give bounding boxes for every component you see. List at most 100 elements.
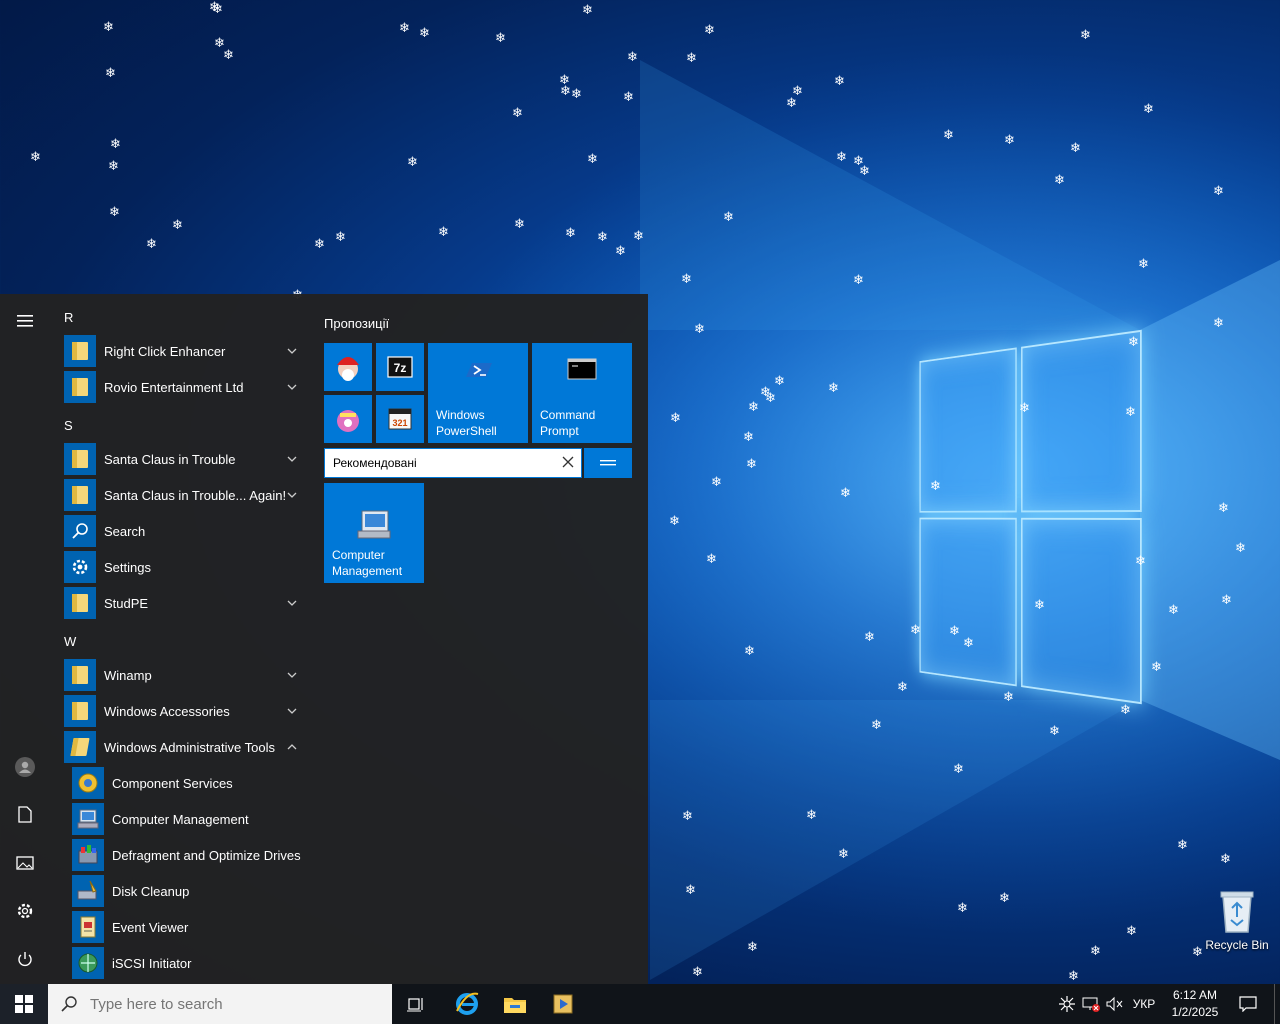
snowflake: ❄ [1126, 923, 1137, 938]
tray-clock[interactable]: 6:12 AM 1/2/2025 [1164, 987, 1226, 1021]
app-computer-management[interactable]: Computer Management [72, 802, 308, 836]
chevron-down-icon[interactable] [286, 669, 298, 681]
chevron-down-icon[interactable] [286, 597, 298, 609]
documents-button[interactable] [0, 794, 50, 838]
snowflake: ❄ [774, 373, 785, 388]
tile-group-name-field[interactable] [324, 448, 582, 478]
app-label: Search [104, 523, 146, 539]
app-rovio-entertainment[interactable]: Rovio Entertainment Ltd [64, 370, 304, 404]
tile-windows-powershell[interactable]: Windows PowerShell [428, 343, 528, 443]
user-account-button[interactable] [0, 746, 50, 790]
app-search[interactable]: Search [64, 514, 304, 548]
app-label: StudPE [104, 595, 149, 611]
tile-computer-management[interactable]: Computer Management [324, 483, 424, 583]
search-input[interactable] [88, 994, 382, 1014]
group-name-input[interactable] [331, 449, 555, 477]
tile-group-header[interactable]: Пропозиції [324, 316, 389, 331]
tile-media-player[interactable]: 321 [376, 395, 424, 443]
snowflake: ❄ [836, 149, 847, 164]
app-right-click-enhancer[interactable]: Right Click Enhancer [64, 334, 304, 368]
tile-santa-claus-again[interactable] [324, 395, 372, 443]
tile-label-line2: PowerShell [436, 424, 497, 438]
tile-santa-claus-in-trouble[interactable] [324, 343, 372, 391]
taskbar: УКР 6:12 AM 1/2/2025 [0, 984, 1280, 1024]
tile-7-zip[interactable]: 7z [376, 343, 424, 391]
app-iscsi-initiator[interactable]: iSCSI Initiator [72, 946, 308, 980]
app-windows-administrative-tools[interactable]: Windows Administrative Tools [64, 730, 304, 764]
tray-brightness[interactable] [1056, 984, 1078, 1024]
taskbar-internet-explorer[interactable] [443, 984, 491, 1024]
taskbar-search-box[interactable] [48, 984, 392, 1024]
letter-header-s[interactable]: S [64, 418, 73, 433]
snowflake: ❄ [1135, 553, 1146, 568]
folder-icon [64, 479, 96, 511]
app-santa-claus-again[interactable]: Santa Claus in Trouble... Again! [64, 478, 304, 512]
chevron-down-icon[interactable] [286, 489, 298, 501]
snowflake: ❄ [615, 243, 626, 258]
chevron-down-icon[interactable] [286, 381, 298, 393]
start-button[interactable] [0, 984, 48, 1024]
folder-icon [64, 695, 96, 727]
tray-volume[interactable] [1104, 984, 1126, 1024]
power-icon [16, 950, 34, 971]
snowflake: ❄ [1004, 132, 1015, 147]
snowflake: ❄ [963, 635, 974, 650]
clock-time: 6:12 AM [1172, 988, 1218, 1002]
snowflake: ❄ [838, 846, 849, 861]
snowflake: ❄ [212, 1, 223, 16]
app-defragment-drives[interactable]: Defragment and Optimize Drives [72, 838, 308, 872]
chevron-down-icon[interactable] [286, 705, 298, 717]
chevron-up-icon[interactable] [286, 741, 298, 753]
snowflake: ❄ [1213, 315, 1224, 330]
snowflake: ❄ [930, 478, 941, 493]
letter-header-r[interactable]: R [64, 310, 73, 325]
tile-label-line1: Command [540, 408, 596, 422]
folder-open-icon [64, 731, 96, 763]
app-label: Santa Claus in Trouble [104, 451, 236, 467]
letter-header-w[interactable]: W [64, 634, 76, 649]
app-event-viewer[interactable]: Event Viewer [72, 910, 308, 944]
pictures-button[interactable] [0, 842, 50, 886]
clear-icon[interactable] [561, 455, 575, 469]
snowflake: ❄ [565, 225, 576, 240]
taskbar-media-player[interactable] [539, 984, 587, 1024]
app-santa-claus-in-trouble[interactable]: Santa Claus in Trouble [64, 442, 304, 476]
snowflake: ❄ [1080, 27, 1091, 42]
chevron-down-icon[interactable] [286, 453, 298, 465]
tile-command-prompt[interactable]: Command Prompt [532, 343, 632, 443]
chevron-down-icon[interactable] [286, 345, 298, 357]
snowflake: ❄ [999, 890, 1010, 905]
app-settings[interactable]: Settings [64, 550, 304, 584]
defragment-icon [72, 839, 104, 871]
expand-menu-button[interactable] [0, 300, 50, 344]
hamburger-icon [17, 314, 33, 330]
snowflake: ❄ [806, 807, 817, 822]
action-center-button[interactable] [1228, 984, 1268, 1024]
snowflake: ❄ [897, 679, 908, 694]
folder-icon [64, 443, 96, 475]
recycle-bin[interactable]: Recycle Bin [1200, 888, 1274, 952]
svg-text:7z: 7z [394, 361, 407, 375]
snowflake: ❄ [108, 158, 119, 173]
snowflake: ❄ [723, 209, 734, 224]
folder-icon [504, 998, 526, 1013]
tray-network[interactable] [1080, 984, 1102, 1024]
tile-group-drag-handle[interactable] [584, 448, 632, 478]
snowflake: ❄ [681, 271, 692, 286]
snowflake: ❄ [682, 808, 693, 823]
app-windows-accessories[interactable]: Windows Accessories [64, 694, 304, 728]
snowflake: ❄ [669, 513, 680, 528]
settings-button[interactable] [0, 890, 50, 934]
show-desktop-button[interactable] [1274, 984, 1280, 1024]
tray-language[interactable]: УКР [1128, 984, 1160, 1024]
app-studpe[interactable]: StudPE [64, 586, 304, 620]
taskbar-file-explorer[interactable] [491, 984, 539, 1024]
app-component-services[interactable]: Component Services [72, 766, 308, 800]
snowflake: ❄ [943, 127, 954, 142]
media-player-icon: 321 [388, 408, 412, 430]
gear-icon [64, 551, 96, 583]
app-winamp[interactable]: Winamp [64, 658, 304, 692]
power-button[interactable] [0, 938, 50, 982]
app-disk-cleanup[interactable]: Disk Cleanup [72, 874, 308, 908]
task-view-button[interactable] [392, 984, 440, 1024]
